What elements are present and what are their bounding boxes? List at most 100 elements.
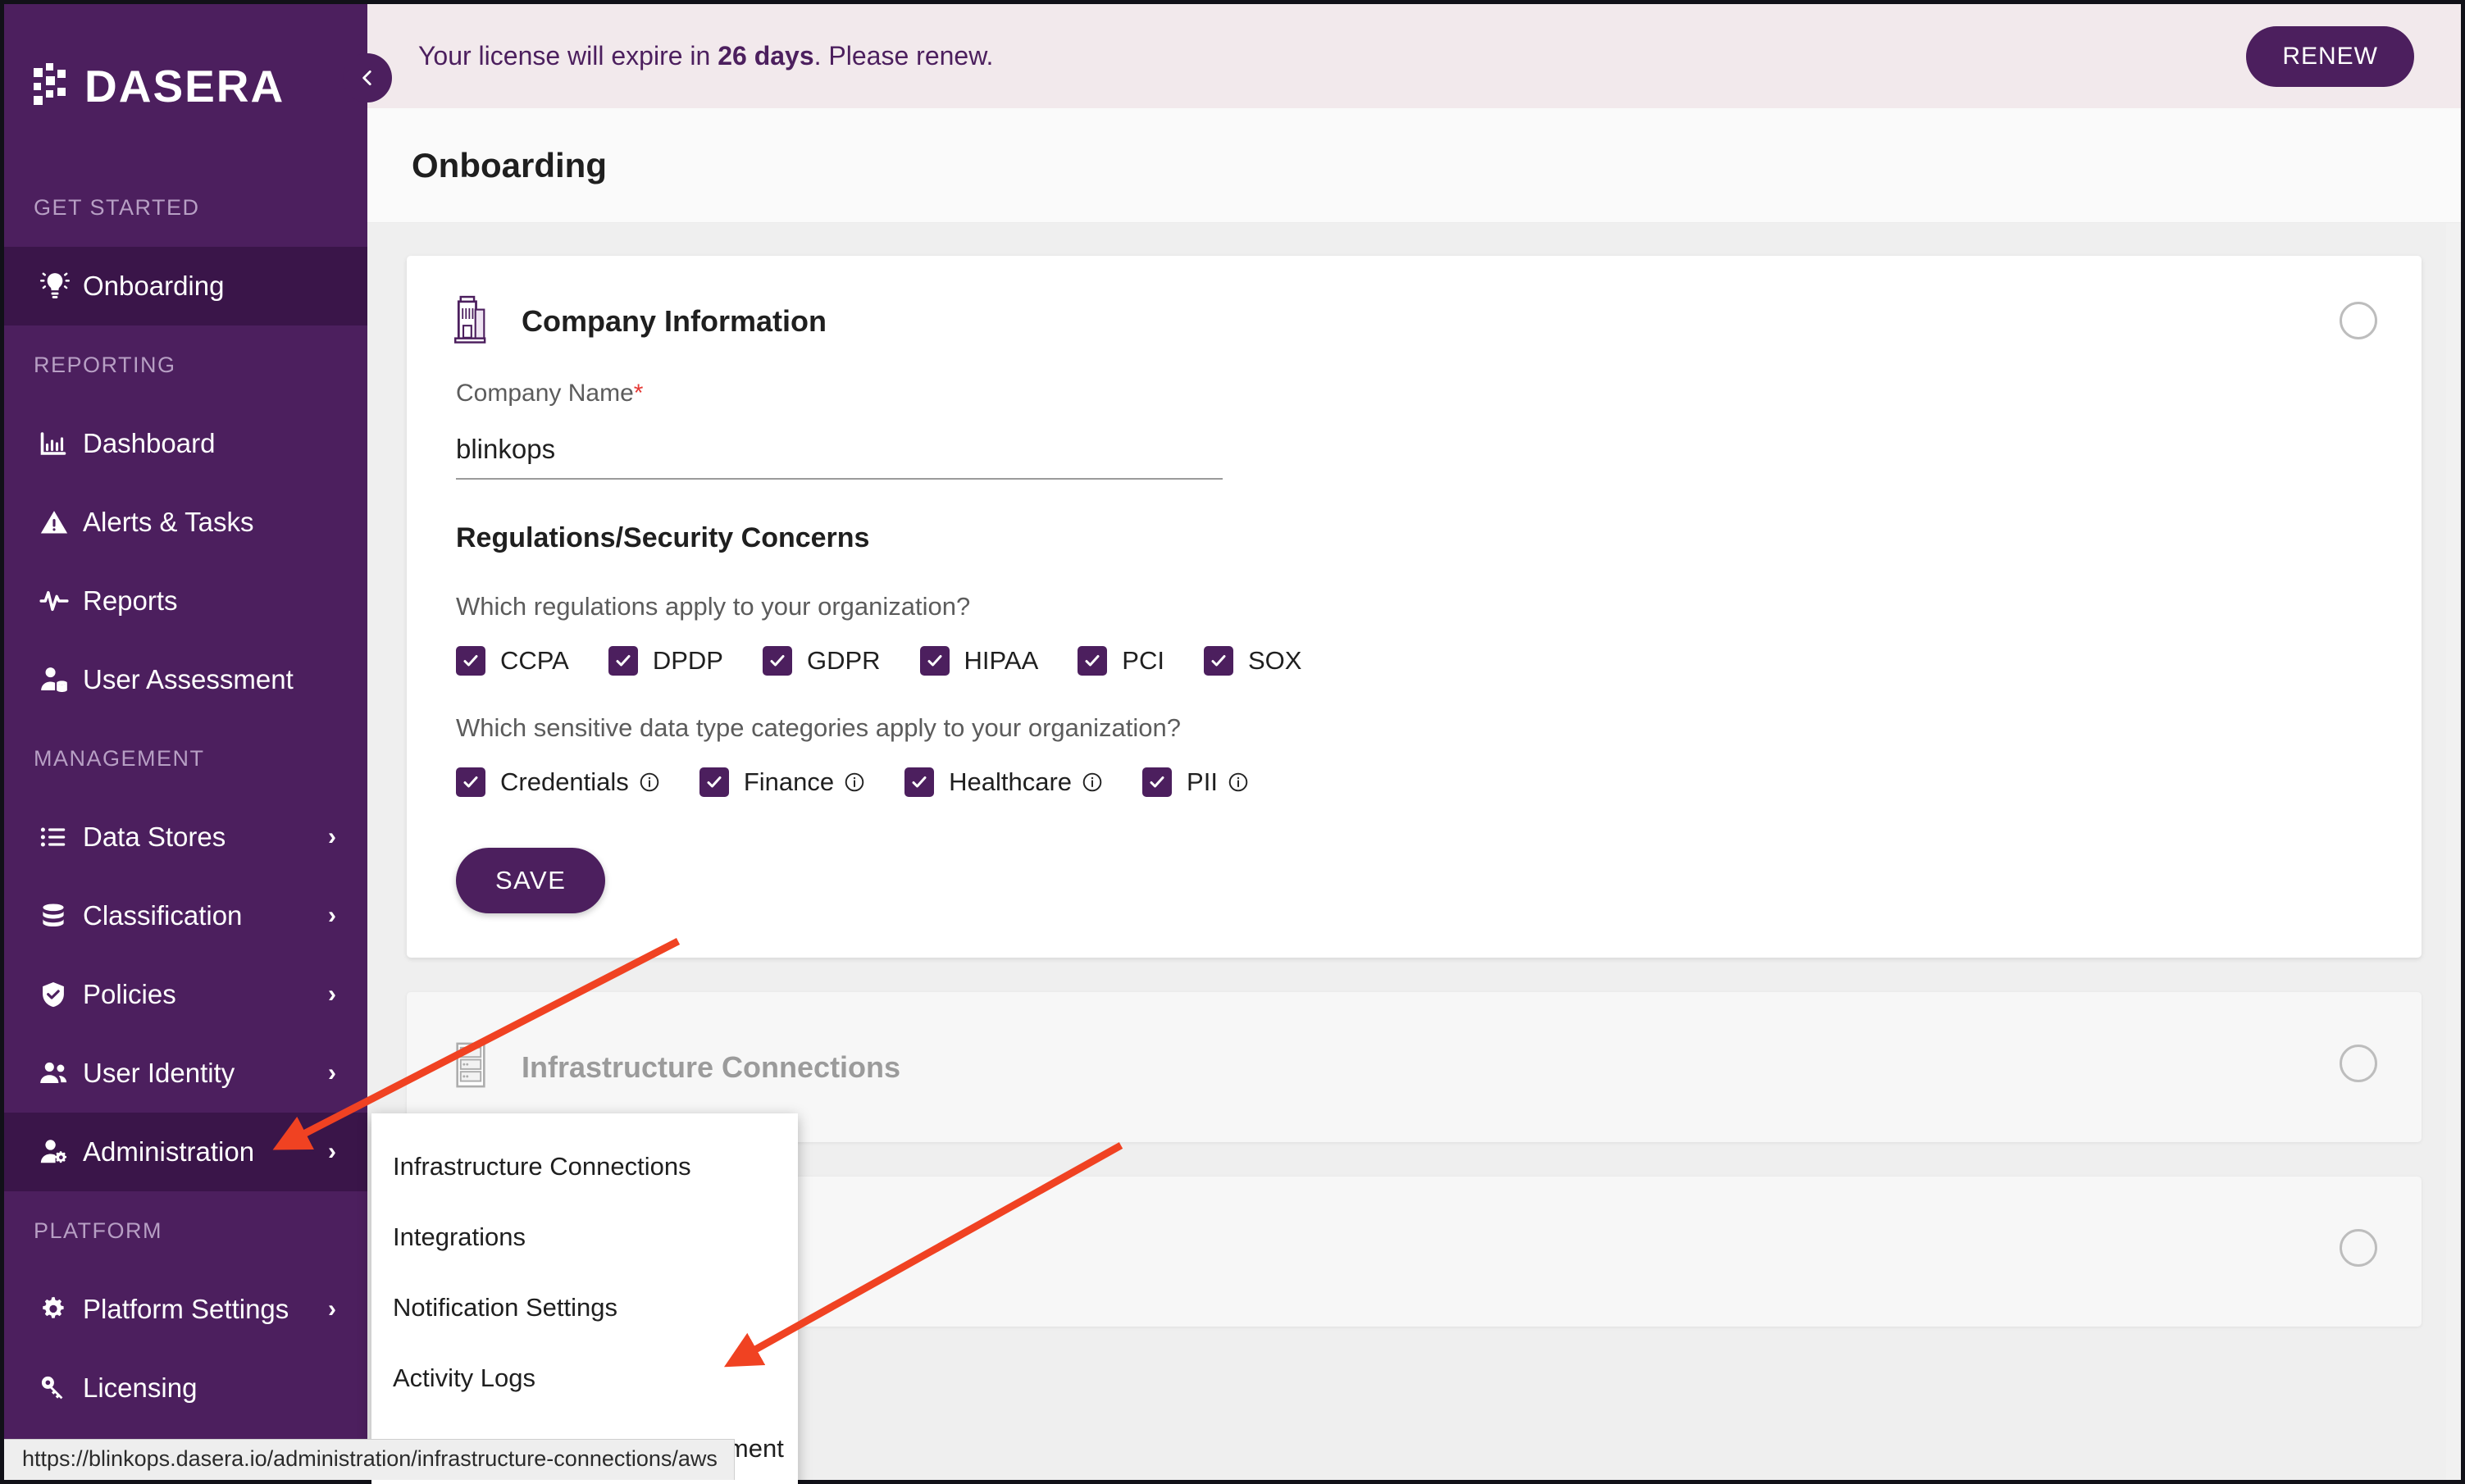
info-icon[interactable] xyxy=(1082,772,1103,793)
sidebar-collapse-button[interactable] xyxy=(343,53,392,102)
checkbox-sox[interactable]: SOX xyxy=(1203,646,1302,676)
dasera-dots-icon xyxy=(34,62,78,110)
status-indicator-infrastructure-connections[interactable] xyxy=(2340,1045,2377,1082)
check-icon xyxy=(456,646,485,676)
sidebar-item-label: Reports xyxy=(83,585,178,616)
info-icon[interactable] xyxy=(639,772,660,793)
checkbox-credentials[interactable]: Credentials xyxy=(456,767,660,797)
checkbox-finance[interactable]: Finance xyxy=(699,767,865,797)
check-icon xyxy=(1142,767,1173,797)
checkbox-label: CCPA xyxy=(500,646,569,675)
page-header: Onboarding xyxy=(367,108,2461,223)
menu-item-integrations[interactable]: Integrations xyxy=(371,1202,798,1272)
required-marker: * xyxy=(633,380,644,407)
company-name-label-text: Company Name xyxy=(456,380,634,407)
check-icon xyxy=(1078,646,1108,676)
license-expiry-banner: Your license will expire in 26 days. Ple… xyxy=(367,4,2461,108)
sidebar-item-label: Alerts & Tasks xyxy=(83,507,254,537)
check-icon xyxy=(919,646,950,676)
sidebar-group-label-get-started: GET STARTED xyxy=(34,194,200,220)
menu-item-infrastructure-connections[interactable]: Infrastructure Connections xyxy=(371,1131,798,1202)
vertical-scrollbar[interactable] xyxy=(2446,223,2461,1480)
checkbox-ccpa[interactable]: CCPA xyxy=(456,646,569,676)
company-name-label: Company Name* xyxy=(456,380,2422,407)
sidebar-item-data-stores[interactable]: Data Stores › xyxy=(4,798,367,876)
sidebar-item-reports[interactable]: Reports xyxy=(4,562,367,640)
brand-logo[interactable]: DASERA xyxy=(4,4,367,168)
info-icon[interactable] xyxy=(1228,772,1249,793)
checkbox-dpdp[interactable]: DPDP xyxy=(608,646,723,676)
checkbox-label: PCI xyxy=(1122,646,1164,675)
sidebar-navigation: DASERA GET STARTED Onboarding REPORTING … xyxy=(4,4,367,1480)
chevron-right-icon: › xyxy=(328,1059,336,1086)
check-icon xyxy=(1203,646,1233,676)
regulations-question: Which regulations apply to your organiza… xyxy=(456,592,971,621)
sidebar-item-dashboard[interactable]: Dashboard xyxy=(4,404,367,483)
sidebar-item-label: Dashboard xyxy=(83,428,216,458)
chevron-right-icon: › xyxy=(328,823,336,850)
sidebar-item-user-identity[interactable]: User Identity › xyxy=(4,1034,367,1113)
sidebar-item-label: Policies xyxy=(83,979,176,1009)
check-icon xyxy=(456,767,485,797)
checkbox-label: Credentials xyxy=(500,767,629,796)
checkbox-pii[interactable]: PII xyxy=(1142,767,1249,797)
checkbox-healthcare[interactable]: Healthcare xyxy=(904,767,1103,797)
checkbox-label: DPDP xyxy=(652,646,723,675)
sidebar-item-licensing[interactable]: Licensing xyxy=(4,1349,367,1427)
sidebar-item-platform-settings[interactable]: Platform Settings › xyxy=(4,1270,367,1349)
sidebar-item-administration[interactable]: Administration › xyxy=(4,1113,367,1191)
sidebar-group-label-platform: PLATFORM xyxy=(34,1218,163,1243)
license-text-after: . Please renew. xyxy=(813,41,994,71)
sidebar-item-label: Onboarding xyxy=(83,271,225,301)
pulse-icon xyxy=(39,585,83,617)
building-icon xyxy=(449,294,492,348)
card-header-company-information[interactable]: Company Information xyxy=(407,256,2422,348)
database-icon xyxy=(39,901,83,931)
sidebar-item-alerts-tasks[interactable]: Alerts & Tasks xyxy=(4,483,367,562)
check-icon xyxy=(608,646,638,676)
lightbulb-icon xyxy=(39,270,83,303)
status-indicator-company-information[interactable] xyxy=(2340,302,2377,339)
data-types-question: Which sensitive data type categories app… xyxy=(456,713,1181,742)
sidebar-item-onboarding[interactable]: Onboarding xyxy=(4,247,367,325)
checkbox-label: SOX xyxy=(1247,646,1302,675)
check-icon xyxy=(762,646,792,676)
application-window: DASERA GET STARTED Onboarding REPORTING … xyxy=(0,0,2465,1484)
checkbox-gdpr[interactable]: GDPR xyxy=(762,646,881,676)
sidebar-item-user-assessment[interactable]: User Assessment xyxy=(4,640,367,719)
status-indicator-data-stores[interactable] xyxy=(2340,1229,2377,1267)
save-button[interactable]: SAVE xyxy=(456,848,606,913)
menu-item-notification-settings[interactable]: Notification Settings xyxy=(371,1272,798,1343)
checkbox-label: PII xyxy=(1187,767,1218,796)
info-icon[interactable] xyxy=(844,772,865,793)
checkbox-label: GDPR xyxy=(806,646,881,675)
brand-name: DASERA xyxy=(84,61,285,112)
data-types-checkbox-group: Credentials Finance Healthcare PII xyxy=(456,767,2422,797)
check-icon xyxy=(699,767,729,797)
checkbox-hipaa[interactable]: HIPAA xyxy=(919,646,1038,676)
checkbox-label: Finance xyxy=(743,767,835,796)
license-text-before: Your license will expire in xyxy=(418,41,718,71)
checkbox-pci[interactable]: PCI xyxy=(1078,646,1164,676)
company-name-input[interactable] xyxy=(456,417,1223,480)
card-body-company-information: Company Name* Regulations/Security Conce… xyxy=(407,380,2422,958)
sidebar-item-label: Data Stores xyxy=(83,822,226,852)
shield-check-icon xyxy=(39,980,83,1009)
checkbox-label: Healthcare xyxy=(949,767,1073,796)
sidebar-item-label: User Identity xyxy=(83,1058,235,1088)
administration-submenu: Infrastructure Connections Integrations … xyxy=(371,1113,798,1484)
sidebar-item-classification[interactable]: Classification › xyxy=(4,876,367,955)
list-icon xyxy=(39,822,83,852)
renew-button[interactable]: RENEW xyxy=(2246,25,2414,87)
regulations-checkbox-group: CCPA DPDP GDPR HIPAA PCI SOX xyxy=(456,646,2422,676)
sidebar-item-policies[interactable]: Policies › xyxy=(4,955,367,1034)
user-database-icon xyxy=(39,664,83,695)
sidebar-item-label: User Assessment xyxy=(83,664,294,694)
sidebar-item-label: Platform Settings xyxy=(83,1294,289,1324)
card-company-information: Company Information Company Name* Regula… xyxy=(407,256,2422,958)
sidebar-item-label: Licensing xyxy=(83,1372,198,1403)
license-message: Your license will expire in 26 days. Ple… xyxy=(418,41,993,71)
menu-item-activity-logs[interactable]: Activity Logs xyxy=(371,1343,798,1413)
sidebar-group-label-management: MANAGEMENT xyxy=(34,745,205,771)
page-title: Onboarding xyxy=(412,145,607,184)
